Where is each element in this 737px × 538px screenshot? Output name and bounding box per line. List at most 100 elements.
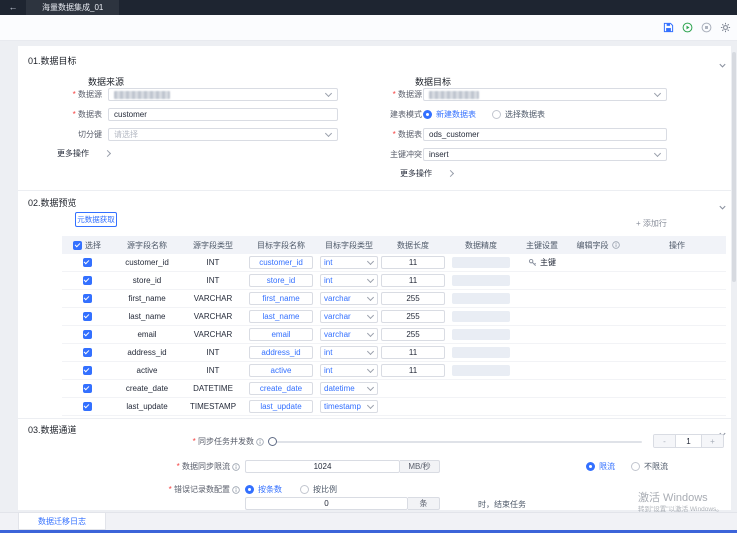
source-table-input[interactable] [108, 108, 338, 121]
table-mode-label: 建表模式 [390, 108, 422, 121]
info-icon [232, 463, 240, 471]
length-input[interactable] [381, 310, 445, 323]
table-row: create_date DATETIME datetime [62, 380, 726, 398]
error-records-radio-group: 按条数 按比例 [245, 483, 337, 496]
table-mode-radio-group: 新建数据表 选择数据表 [423, 108, 545, 121]
row-checkbox[interactable] [83, 294, 92, 303]
precision-field [452, 257, 510, 268]
target-more-actions[interactable]: 更多操作 [400, 168, 455, 179]
row-checkbox[interactable] [83, 384, 92, 393]
radio-by-ratio[interactable] [300, 485, 309, 494]
target-field-name-input[interactable] [249, 310, 313, 323]
error-count-input[interactable] [245, 497, 408, 510]
source-more-actions[interactable]: 更多操作 [57, 148, 112, 159]
radio-throttle-off[interactable] [631, 462, 640, 471]
stepper-plus-button[interactable]: + [702, 435, 723, 447]
fetch-metadata-button[interactable]: 元数据获取 [75, 212, 117, 227]
target-field-name-input[interactable] [249, 346, 313, 359]
scrollbar[interactable] [732, 52, 736, 282]
collapse-section1-icon[interactable] [718, 57, 727, 75]
precision-field [452, 329, 510, 340]
collapse-section2-icon[interactable] [718, 199, 727, 217]
concurrency-slider-track[interactable] [272, 441, 642, 443]
field-mapping-table: 选择 源字段名称 源字段类型 目标字段名称 目标字段类型 数据长度 数据精度 主… [62, 236, 726, 416]
chevron-down-icon [367, 277, 374, 284]
chevron-right-icon [105, 150, 112, 157]
row-checkbox[interactable] [83, 258, 92, 267]
radio-by-count[interactable] [245, 485, 254, 494]
splitkey-select[interactable]: 请选择 [108, 128, 338, 141]
row-checkbox[interactable] [83, 366, 92, 375]
target-table-input[interactable] [423, 128, 667, 141]
throttle-unit: MB/秒 [400, 460, 440, 473]
target-field-type-select[interactable]: varchar [320, 310, 378, 323]
target-field-name-input[interactable] [249, 256, 313, 269]
target-field-name-input[interactable] [249, 400, 313, 413]
target-field-type-select[interactable]: int [320, 274, 378, 287]
precision-field [452, 365, 510, 376]
source-datasource-select[interactable] [108, 88, 338, 101]
length-input[interactable] [381, 292, 445, 305]
back-button[interactable]: ← [0, 0, 26, 15]
run-icon[interactable] [681, 22, 693, 34]
length-input[interactable] [381, 274, 445, 287]
chevron-down-icon [654, 151, 661, 158]
source-field-name: address_id [112, 348, 182, 357]
target-field-name-input[interactable] [249, 382, 313, 395]
stepper-minus-button[interactable]: - [654, 435, 675, 447]
throttle-input[interactable] [245, 460, 400, 473]
pk-conflict-select[interactable]: insert [423, 148, 667, 161]
length-input[interactable] [381, 364, 445, 377]
more-actions-label: 更多操作 [400, 168, 432, 179]
concurrency-slider-handle[interactable] [268, 437, 277, 446]
page-title: 海量数据集成_01 [26, 0, 119, 15]
target-field-type-select[interactable]: varchar [320, 292, 378, 305]
row-checkbox[interactable] [83, 330, 92, 339]
source-field-type: INT [182, 258, 244, 267]
info-icon [232, 486, 240, 494]
target-field-type-select[interactable]: int [320, 346, 378, 359]
target-datasource-select[interactable] [423, 88, 667, 101]
radio-throttle-on[interactable] [586, 462, 595, 471]
target-field-type-select[interactable]: datetime [320, 382, 378, 395]
settings-icon[interactable] [719, 22, 731, 34]
target-field-name-input[interactable] [249, 328, 313, 341]
target-field-type-select[interactable]: varchar [320, 328, 378, 341]
target-field-name-input[interactable] [249, 274, 313, 287]
concurrency-label: 同步任务并发数 [193, 435, 254, 448]
col-target-name: 目标字段名称 [244, 240, 318, 251]
source-field-type: TIMESTAMP [182, 402, 244, 411]
chevron-down-icon [367, 385, 374, 392]
length-input[interactable] [381, 256, 445, 269]
target-field-type-select[interactable]: timestamp [320, 400, 378, 413]
select-all-checkbox[interactable] [73, 241, 82, 250]
table-row: address_id INT int [62, 344, 726, 362]
source-field-name: customer_id [112, 258, 182, 267]
target-field-type-select[interactable]: int [320, 256, 378, 269]
add-row-button[interactable]: + 添加行 [636, 218, 667, 229]
target-field-name-input[interactable] [249, 364, 313, 377]
target-field-type-select[interactable]: int [320, 364, 378, 377]
source-field-name: store_id [112, 276, 182, 285]
radio-new-table[interactable] [423, 110, 432, 119]
chevron-down-icon [367, 367, 374, 374]
col-pk: 主键设置 [516, 240, 568, 251]
task-config-card: 01.数据目标 数据来源 数据源 数据表 切分键 请选择 更多操作 数据 [18, 46, 731, 510]
col-select: 选择 [85, 240, 101, 251]
target-datasource-label: 数据源 [393, 88, 422, 101]
stop-icon[interactable] [700, 22, 712, 34]
row-checkbox[interactable] [83, 276, 92, 285]
radio-existing-table[interactable] [492, 110, 501, 119]
col-source-name: 源字段名称 [112, 240, 182, 251]
section1-title: 01.数据目标 [28, 54, 77, 67]
row-checkbox[interactable] [83, 402, 92, 411]
table-header-row: 选择 源字段名称 源字段类型 目标字段名称 目标字段类型 数据长度 数据精度 主… [62, 236, 726, 254]
save-icon[interactable] [662, 22, 674, 34]
length-input[interactable] [381, 328, 445, 341]
row-checkbox[interactable] [83, 312, 92, 321]
target-field-name-input[interactable] [249, 292, 313, 305]
chevron-down-icon [367, 349, 374, 356]
tab-data-migration-log[interactable]: 数据迁移日志 [18, 513, 106, 530]
length-input[interactable] [381, 346, 445, 359]
row-checkbox[interactable] [83, 348, 92, 357]
